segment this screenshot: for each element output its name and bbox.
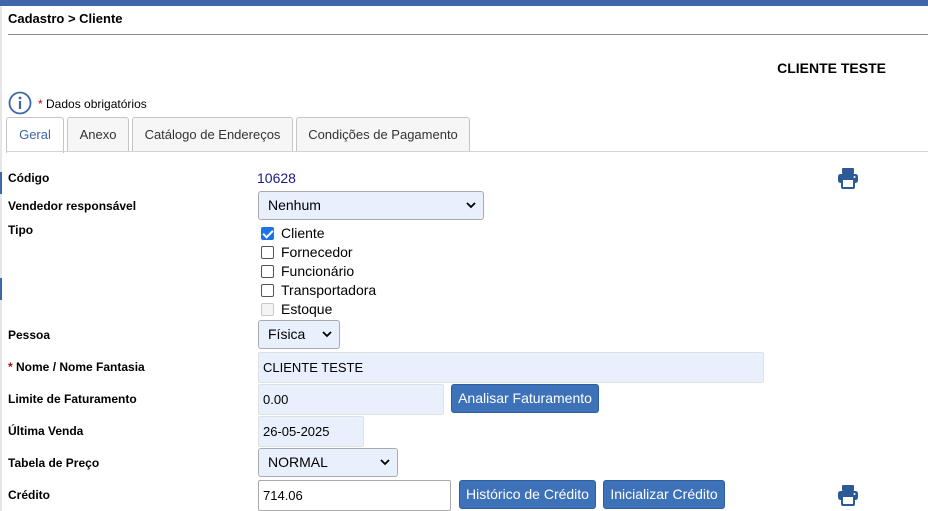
checkbox-fornecedor[interactable] [261,245,274,259]
tipo-option-label: Transportadora [281,282,377,298]
tipo-option-transportadora[interactable]: Transportadora [261,281,376,299]
tab-underline [6,151,928,152]
tipo-label: Tipo [8,223,34,237]
tipo-option-fornecedor[interactable]: Fornecedor [261,243,353,261]
nome-label: * Nome / Nome Fantasia [8,360,145,374]
credito-input[interactable]: 714.06 [258,480,451,511]
chevron-down-icon [466,202,476,209]
tipo-option-label: Fornecedor [281,244,353,260]
left-edge-marker [0,278,2,300]
nome-label-text: Nome / Nome Fantasia [16,360,145,374]
tipo-option-label: Estoque [281,301,333,317]
tabela-preco-select[interactable]: NORMAL [258,448,398,477]
limite-input[interactable]: 0.00 [258,384,444,415]
tab-condicoes-pagamento[interactable]: Condições de Pagamento [296,117,470,152]
tipo-option-estoque: Estoque [261,300,332,318]
inicializar-credito-button[interactable]: Inicializar Crédito [603,480,725,509]
codigo-value: 10628 [257,170,296,186]
pessoa-select[interactable]: Física [258,320,340,349]
tab-geral[interactable]: Geral [6,117,64,153]
top-accent-bar [0,0,928,6]
left-edge [0,6,2,511]
header-divider [8,34,928,35]
chevron-down-icon [322,331,332,338]
codigo-label: Código [8,171,50,185]
tipo-option-cliente[interactable]: Cliente [261,224,325,242]
vendedor-select[interactable]: Nenhum [258,191,484,220]
tipo-option-label: Cliente [281,225,325,241]
vendedor-value: Nenhum [268,197,321,213]
tabela-preco-label: Tabela de Preço [8,456,100,470]
required-note-text: Dados obrigatórios [46,97,147,111]
required-star: * [38,97,43,111]
credito-label: Crédito [8,488,50,502]
ultima-venda-label: Última Venda [8,424,84,438]
tabela-preco-value: NORMAL [268,454,328,470]
historico-credito-button[interactable]: Histórico de Crédito [459,480,596,509]
required-fields-note: * Dados obrigatórios [38,97,147,111]
checkbox-funcionario[interactable] [261,264,274,278]
tab-anexo[interactable]: Anexo [67,117,129,152]
tipo-option-funcionario[interactable]: Funcionário [261,262,354,280]
required-star: * [8,360,13,374]
checkbox-cliente[interactable] [261,226,274,240]
nome-input[interactable]: CLIENTE TESTE [258,352,764,383]
pessoa-value: Física [268,326,306,342]
checkbox-estoque [261,302,274,316]
tipo-option-label: Funcionário [281,263,355,279]
analisar-faturamento-button[interactable]: Analisar Faturamento [451,384,599,413]
ultima-venda-input[interactable]: 26-05-2025 [258,416,364,447]
breadcrumb: Cadastro > Cliente [8,11,123,26]
left-edge-marker [0,172,2,194]
chevron-down-icon [380,459,390,466]
limite-label: Limite de Faturamento [8,392,137,406]
info-icon [8,91,32,115]
tab-catalogo-enderecos[interactable]: Catálogo de Endereços [132,117,293,152]
checkbox-transportadora[interactable] [261,283,274,297]
vendedor-label: Vendedor responsável [8,199,137,213]
printer-icon[interactable] [837,484,859,506]
printer-icon[interactable] [837,167,859,189]
client-title: CLIENTE TESTE [777,60,886,76]
pessoa-label: Pessoa [8,328,51,342]
